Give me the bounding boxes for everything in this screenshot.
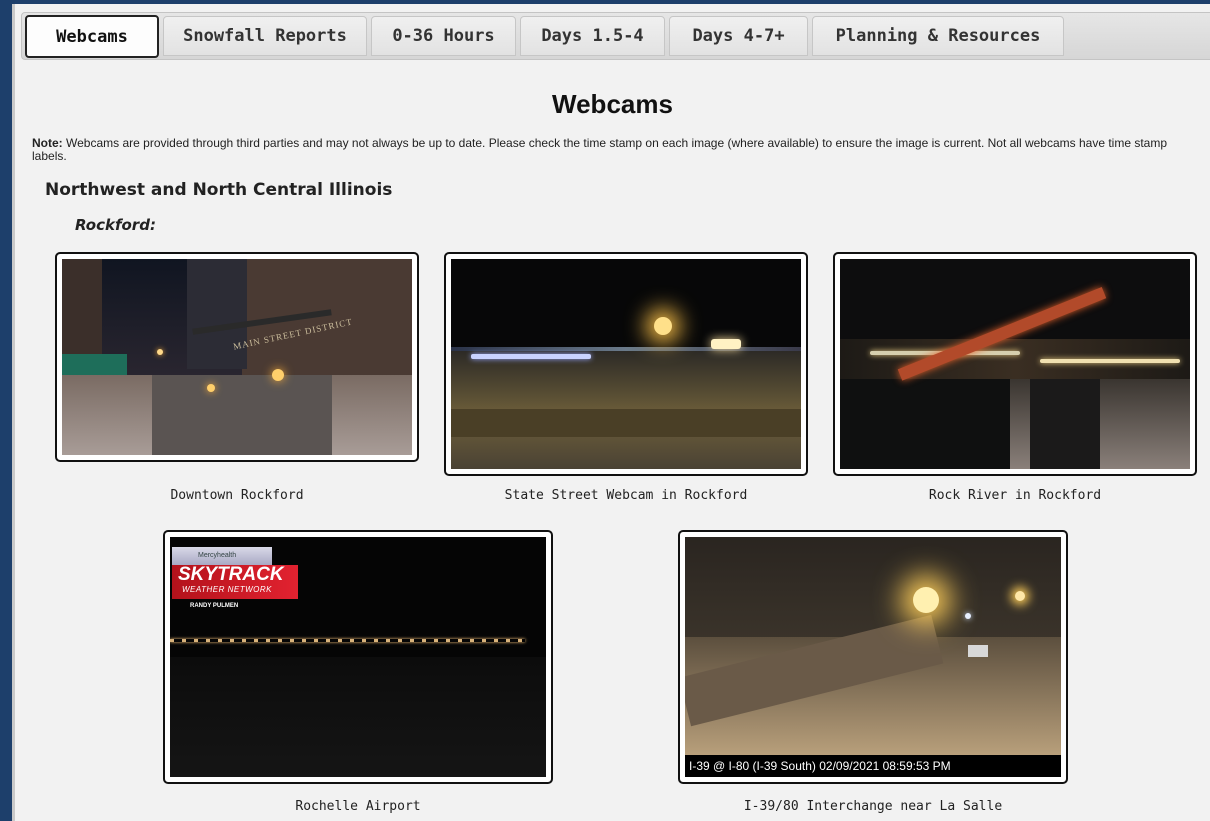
webcam-caption: State Street Webcam in Rockford	[504, 488, 748, 503]
tab-bar: Webcams Snowfall Reports 0-36 Hours Days…	[21, 12, 1210, 60]
webcam-caption: Rock River in Rockford	[928, 488, 1102, 503]
tab-webcams[interactable]: Webcams	[25, 15, 159, 58]
webcam-rochelle-airport[interactable]: Mercyhealth SKYTRACK WEATHER NETWORK RAN…	[163, 530, 553, 784]
webcam-image	[451, 259, 801, 469]
page-title: Webcams	[552, 89, 673, 119]
skytrack-credit: RANDY PULMEN	[190, 603, 239, 609]
webcam-rock-river[interactable]	[833, 252, 1197, 476]
sponsor-banner: Mercyhealth	[172, 547, 272, 565]
tab-0-36-hours[interactable]: 0-36 Hours	[371, 16, 516, 56]
tab-planning-resources[interactable]: Planning & Resources	[812, 16, 1064, 56]
note-text: Note: Webcams are provided through third…	[32, 137, 1192, 163]
tab-days-4-7[interactable]: Days 4-7+	[669, 16, 808, 56]
content-panel: Webcams Snowfall Reports 0-36 Hours Days…	[12, 4, 1210, 821]
webcam-state-street[interactable]	[444, 252, 808, 476]
webcam-image: I-39 @ I-80 (I-39 South) 02/09/2021 08:5…	[685, 537, 1061, 777]
webcam-caption: Rochelle Airport	[295, 799, 421, 814]
skytrack-logo: SKYTRACK WEATHER NETWORK	[172, 565, 298, 599]
note-label: Note:	[32, 136, 63, 150]
webcam-image	[840, 259, 1190, 469]
tab-days-1-5-4[interactable]: Days 1.5-4	[520, 16, 665, 56]
webcam-caption: I-39/80 Interchange near La Salle	[743, 799, 1003, 814]
tab-snowfall-reports[interactable]: Snowfall Reports	[163, 16, 367, 56]
webcam-caption: Downtown Rockford	[170, 488, 304, 503]
skytrack-subtitle: WEATHER NETWORK	[182, 585, 273, 594]
webcam-timestamp: I-39 @ I-80 (I-39 South) 02/09/2021 08:5…	[685, 755, 1061, 777]
webcam-downtown-rockford[interactable]: MAIN STREET DISTRICT	[55, 252, 419, 462]
webcam-i39-80-interchange[interactable]: I-39 @ I-80 (I-39 South) 02/09/2021 08:5…	[678, 530, 1068, 784]
city-heading: Rockford:	[75, 216, 156, 234]
region-heading: Northwest and North Central Illinois	[45, 180, 393, 200]
webcam-image: MAIN STREET DISTRICT	[62, 259, 412, 455]
note-body: Webcams are provided through third parti…	[32, 136, 1168, 163]
webcam-image: Mercyhealth SKYTRACK WEATHER NETWORK RAN…	[170, 537, 546, 777]
skytrack-title: SKYTRACK	[178, 564, 284, 585]
